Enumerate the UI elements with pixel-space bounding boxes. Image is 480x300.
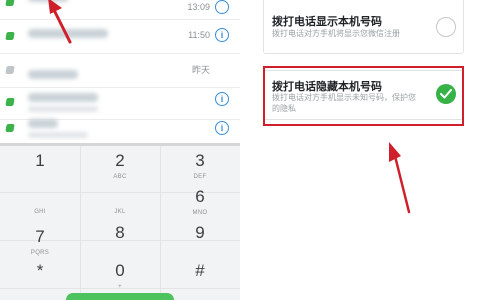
radio-unchecked-icon[interactable] bbox=[436, 17, 456, 37]
dial-key-6[interactable]: 6 MNO bbox=[161, 184, 239, 222]
contact-name-blurred bbox=[28, 70, 78, 79]
dial-key-2[interactable]: 2 ABC bbox=[81, 148, 159, 186]
dial-key-digit: 9 bbox=[195, 223, 205, 242]
call-status-icon bbox=[5, 98, 15, 106]
dial-key-digit: 7 bbox=[35, 227, 45, 246]
dial-key-digit: 8 bbox=[115, 223, 125, 242]
radio-checked-icon[interactable] bbox=[436, 84, 456, 104]
call-status-icon bbox=[5, 0, 15, 6]
dial-key-letters: GHI bbox=[34, 209, 46, 215]
dial-key-digit: 2 bbox=[115, 151, 125, 170]
dial-key-digit: 3 bbox=[195, 151, 205, 170]
dial-key-letters: MNO bbox=[192, 210, 208, 216]
call-time: 11:50 bbox=[188, 30, 210, 40]
call-time: 13:09 bbox=[187, 2, 210, 12]
dial-key-letters: ABC bbox=[113, 174, 127, 180]
caller-id-settings: 拨打电话显示本机号码 拨打电话对方手机将显示您微信注册 拨打电话隐藏本机号码 拨… bbox=[243, 0, 480, 300]
dial-key-digit: 1 bbox=[35, 151, 45, 170]
call-log-row[interactable]: 13:09 bbox=[0, 0, 240, 20]
dial-key-9[interactable]: 9 bbox=[161, 220, 239, 258]
info-icon[interactable]: i bbox=[215, 121, 229, 135]
dial-key-1[interactable]: 1 bbox=[1, 148, 79, 186]
dial-key-0[interactable]: 0 + bbox=[81, 258, 159, 296]
dial-key-digit: 6 bbox=[195, 187, 205, 206]
option-description: 拨打电话对方手机将显示您微信注册 bbox=[272, 29, 400, 38]
option-title: 拨打电话显示本机号码 bbox=[272, 16, 382, 28]
dial-key-digit: * bbox=[36, 261, 44, 280]
call-status-icon bbox=[5, 124, 15, 132]
option-show-number[interactable]: 拨打电话显示本机号码 拨打电话对方手机将显示您微信注册 bbox=[263, 0, 464, 54]
dialpad: 1 2 ABC 3 DEF GHI JKL 6 MNO 7 PQRS 8 9 *… bbox=[0, 146, 240, 300]
call-button[interactable] bbox=[66, 293, 174, 300]
red-arrow-annotation bbox=[48, 0, 72, 44]
red-arrow-annotation bbox=[389, 142, 411, 214]
dial-key-letters: PQRS bbox=[30, 250, 50, 256]
dial-key-letters: + bbox=[118, 284, 122, 290]
dial-key-7[interactable]: 7 PQRS bbox=[1, 224, 79, 262]
call-status-icon bbox=[5, 32, 15, 40]
contact-name-blurred bbox=[28, 119, 58, 128]
dial-key-letters: DEF bbox=[193, 174, 207, 180]
option-description: 拨打电话对方手机显示未知号码，保护您的隐私 bbox=[272, 93, 416, 113]
dialer-panel: 13:09 11:50 i 昨天 i i 1 2 ABC 3 DEF GHI J… bbox=[0, 0, 240, 300]
call-log-row[interactable]: i bbox=[0, 112, 240, 146]
dial-key-8[interactable]: 8 bbox=[81, 220, 159, 258]
call-log-row[interactable]: 11:50 i bbox=[0, 20, 240, 54]
dial-key-digit: # bbox=[195, 261, 205, 280]
call-status-icon bbox=[5, 66, 15, 74]
contact-detail-blurred bbox=[28, 132, 88, 138]
dial-key-3[interactable]: 3 DEF bbox=[161, 148, 239, 186]
info-icon[interactable]: i bbox=[215, 28, 229, 42]
info-icon[interactable]: i bbox=[215, 92, 229, 106]
call-time: 昨天 bbox=[191, 65, 210, 75]
call-log-row[interactable]: 昨天 bbox=[0, 54, 240, 88]
info-icon[interactable] bbox=[215, 0, 229, 14]
checkmark-icon bbox=[440, 89, 452, 99]
dial-key-digit: 0 bbox=[115, 261, 125, 280]
dial-key-hash[interactable]: # bbox=[161, 258, 239, 296]
dial-key-star[interactable]: * bbox=[1, 258, 79, 296]
option-hide-number[interactable]: 拨打电话隐藏本机号码 拨打电话对方手机显示未知号码，保护您的隐私 bbox=[263, 70, 464, 120]
contact-name-blurred bbox=[28, 93, 98, 102]
dial-key-letters: JKL bbox=[114, 209, 126, 215]
